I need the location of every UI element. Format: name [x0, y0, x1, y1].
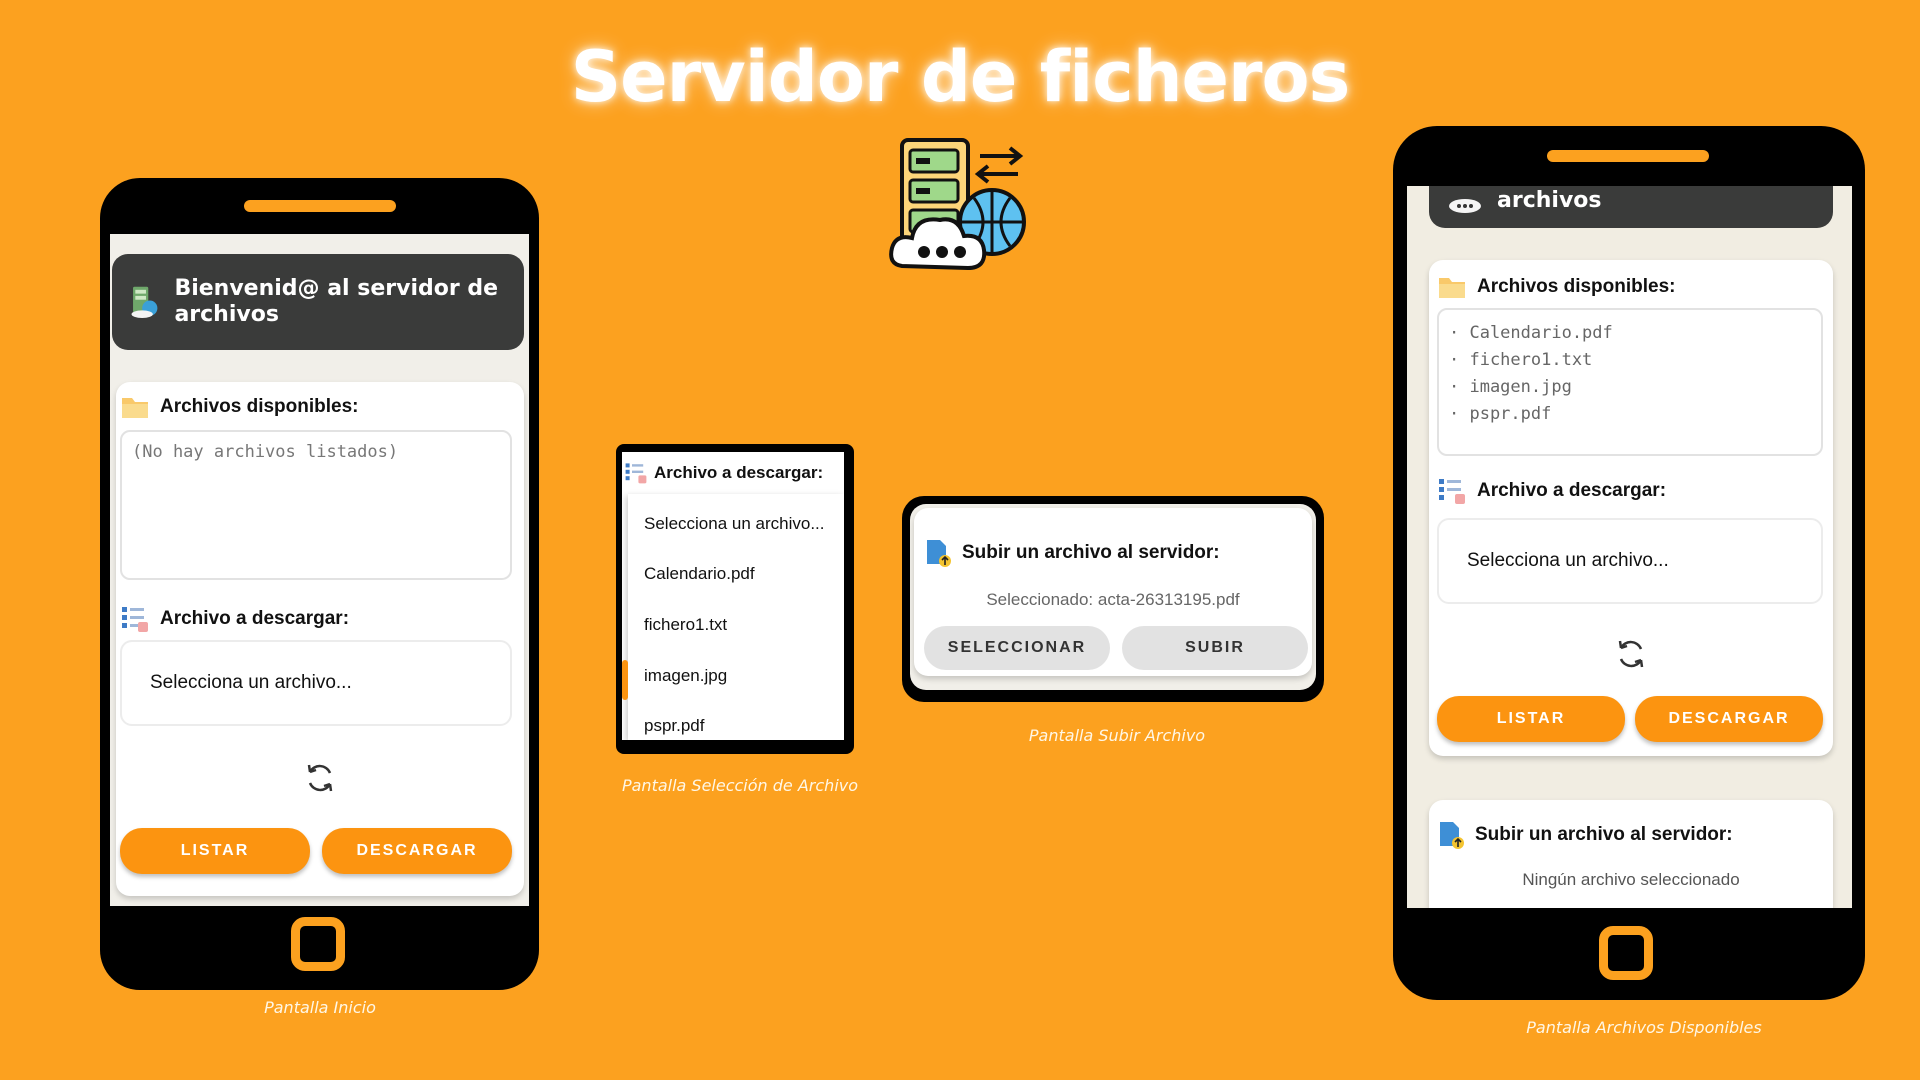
files-card: Archivos disponibles: · Calendario.pdf ·… — [1429, 260, 1833, 756]
home-button[interactable] — [291, 917, 345, 971]
phone-screen: Bienvenid@ al servidor de archivos Archi… — [110, 234, 529, 906]
files-label: Archivos disponibles: — [120, 394, 358, 420]
download-label: Archivo a descargar: — [1437, 476, 1666, 506]
listar-button[interactable]: LISTAR — [120, 828, 310, 874]
phone-seleccion: Archivo a descargar: Selecciona un archi… — [616, 444, 854, 754]
page-title: Servidor de ficheros — [570, 36, 1351, 118]
phone-inicio: Bienvenid@ al servidor de archivos Archi… — [100, 178, 539, 990]
home-button[interactable] — [1599, 926, 1653, 980]
seleccionar-button[interactable]: SELECCIONAR — [924, 626, 1110, 670]
upload-card: Subir un archivo al servidor: Selecciona… — [914, 508, 1312, 676]
descargar-button[interactable]: DESCARGAR — [322, 828, 512, 874]
server-cloud-icon — [889, 138, 1026, 271]
download-label: Archivo a descargar: — [624, 460, 823, 486]
download-label: Archivo a descargar: — [120, 604, 349, 634]
header-title: Bienvenid@ al servidor de archivos — [174, 276, 499, 327]
app-header: archivos — [1429, 186, 1833, 228]
dropdown-option[interactable]: Selecciona un archivo... — [644, 514, 825, 534]
caption-inicio: Pantalla Inicio — [264, 998, 376, 1017]
phone-subir: Subir un archivo al servidor: Selecciona… — [902, 496, 1324, 702]
dropdown-option[interactable]: Calendario.pdf — [644, 564, 755, 584]
dropdown-option[interactable]: fichero1.txt — [644, 615, 727, 635]
dropdown-scroll-thumb — [622, 660, 628, 700]
list-icon — [122, 607, 148, 632]
files-list[interactable]: · Calendario.pdf · fichero1.txt · imagen… — [1437, 308, 1823, 456]
phone-disponibles: archivos Archivos disponibles: · Calenda… — [1393, 126, 1865, 1000]
dropdown-screen: Archivo a descargar: Selecciona un archi… — [622, 452, 844, 740]
dropdown-option[interactable]: pspr.pdf — [644, 716, 705, 736]
list-icon — [1439, 479, 1465, 504]
upload-label: Subir un archivo al servidor: — [1437, 820, 1733, 850]
phone-speaker — [1547, 150, 1709, 162]
refresh-icon[interactable] — [1613, 636, 1649, 672]
app-header: Bienvenid@ al servidor de archivos — [112, 254, 524, 350]
server-icon — [131, 286, 158, 318]
dropdown-option[interactable]: imagen.jpg — [644, 666, 727, 686]
subir-button[interactable]: SUBIR — [1122, 626, 1308, 670]
files-list[interactable]: (No hay archivos listados) — [120, 430, 512, 580]
files-label: Archivos disponibles: — [1437, 274, 1675, 300]
phone-speaker — [244, 200, 396, 212]
folder-icon — [122, 398, 148, 418]
upload-status: Ningún archivo seleccionado — [1522, 870, 1740, 889]
caption-disponibles: Pantalla Archivos Disponibles — [1526, 1018, 1762, 1037]
files-card: Archivos disponibles: (No hay archivos l… — [116, 382, 524, 896]
folder-icon — [1439, 278, 1465, 298]
file-select[interactable]: Selecciona un archivo... — [120, 640, 512, 726]
list-icon — [625, 463, 647, 484]
phone-screen: archivos Archivos disponibles: · Calenda… — [1407, 186, 1852, 908]
upload-label: Subir un archivo al servidor: — [924, 538, 1220, 568]
file-upload-icon — [1440, 822, 1464, 849]
file-item: · Calendario.pdf — [1449, 323, 1613, 343]
file-select[interactable]: Selecciona un archivo... — [1437, 518, 1823, 604]
refresh-icon[interactable] — [302, 760, 338, 796]
caption-subir: Pantalla Subir Archivo — [1028, 726, 1206, 745]
listar-button[interactable]: LISTAR — [1437, 696, 1625, 742]
server-icon — [1449, 199, 1481, 213]
upload-screen: Subir un archivo al servidor: Selecciona… — [910, 504, 1316, 690]
file-upload-icon — [927, 540, 951, 567]
file-item: · imagen.jpg — [1449, 377, 1572, 397]
header-title: archivos — [1497, 188, 1602, 213]
file-item: · fichero1.txt — [1449, 350, 1593, 370]
upload-card: Subir un archivo al servidor: Ningún arc… — [1429, 800, 1833, 908]
caption-seleccion: Pantalla Selección de Archivo — [621, 776, 859, 795]
file-item: · pspr.pdf — [1449, 404, 1552, 424]
descargar-button[interactable]: DESCARGAR — [1635, 696, 1823, 742]
selected-file-text: Seleccionado: acta-26313195.pdf — [986, 590, 1240, 609]
